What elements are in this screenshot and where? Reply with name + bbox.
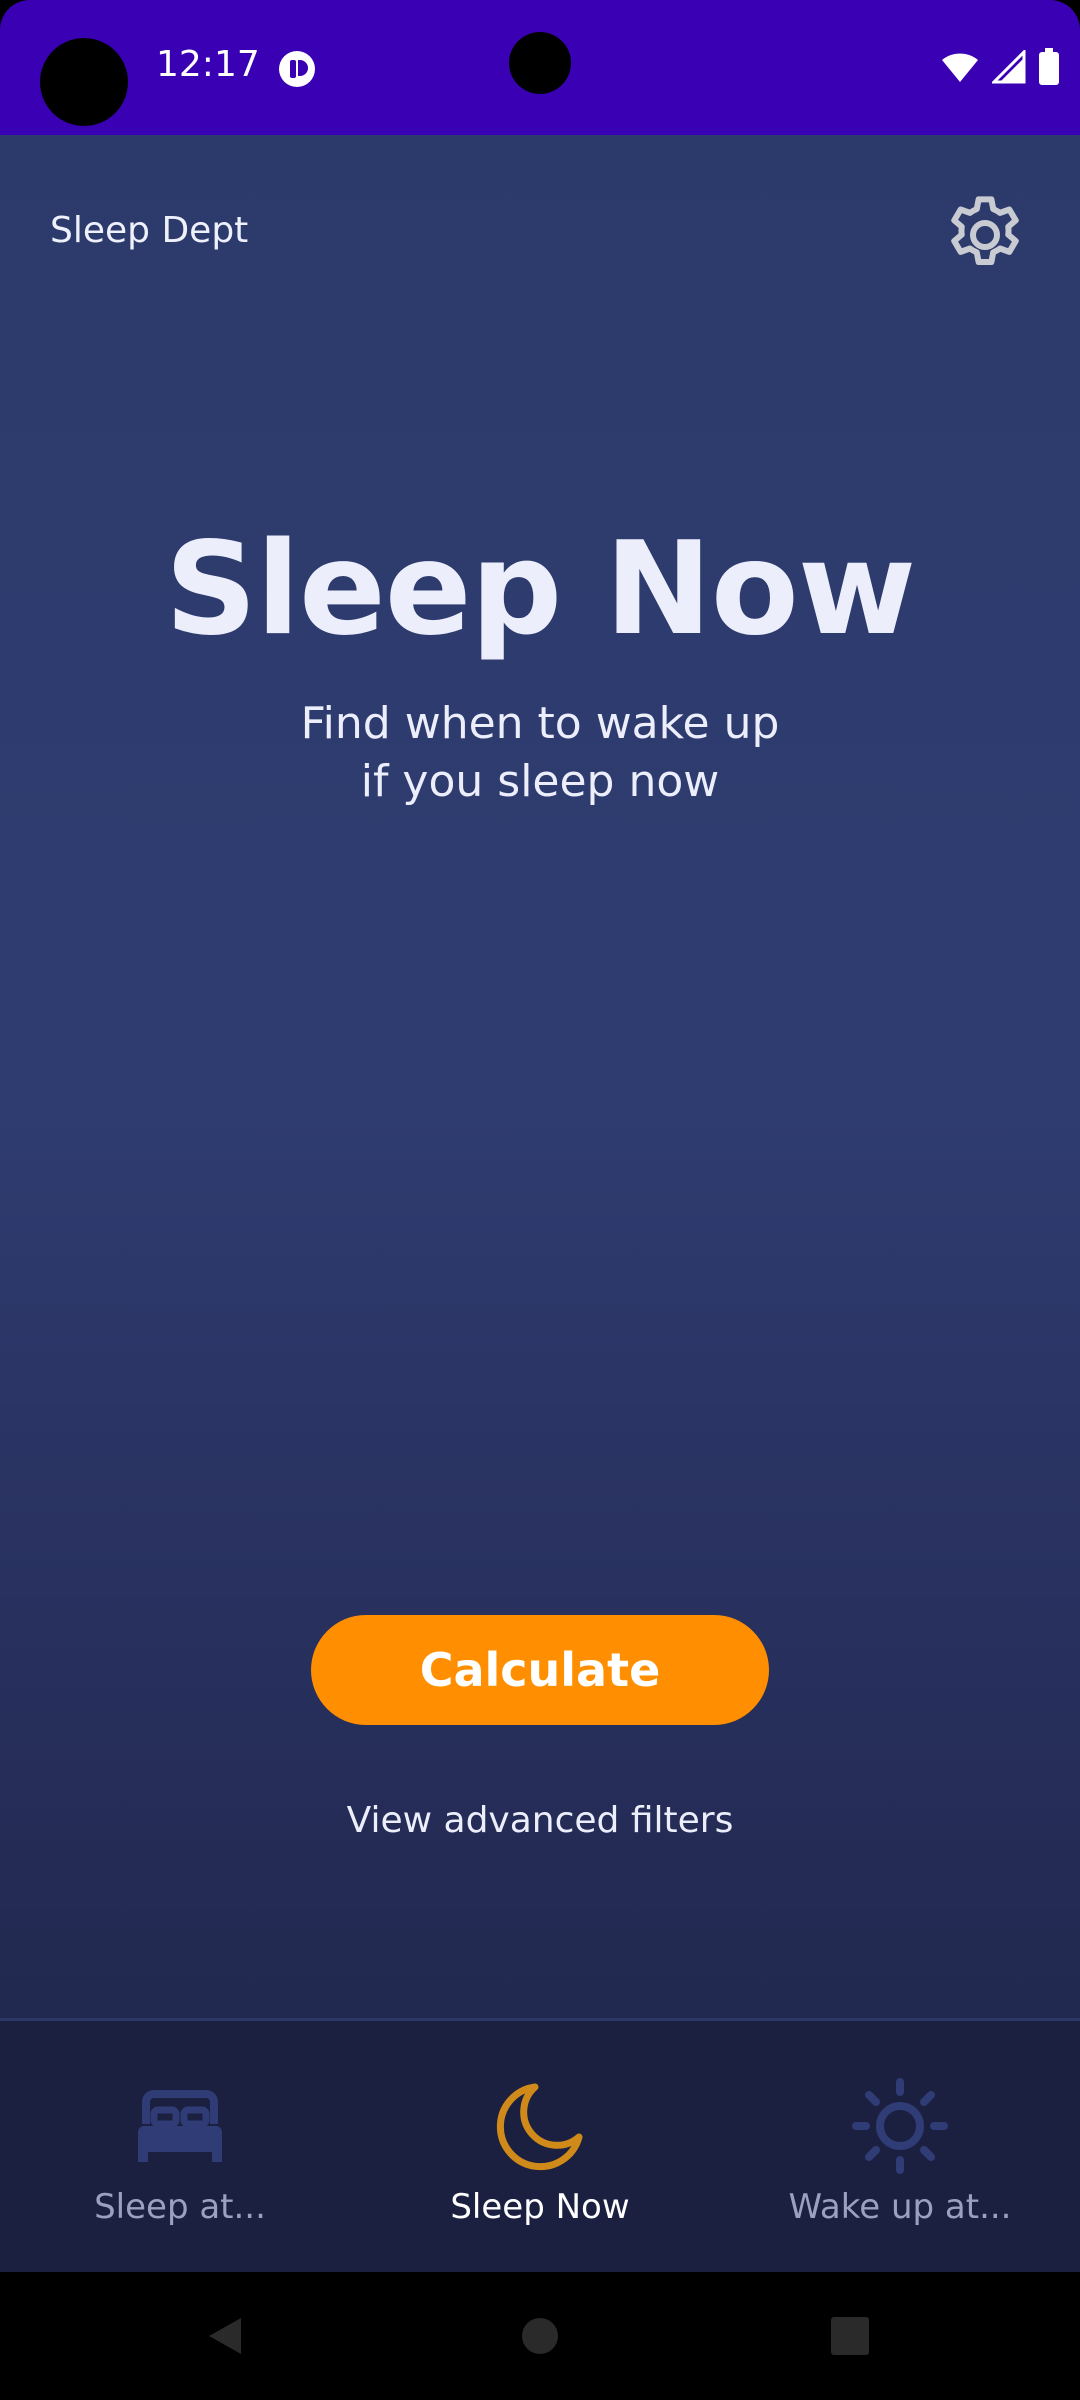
camera-cutout-left (40, 38, 128, 126)
view-advanced-filters-link[interactable]: View advanced filters (0, 1800, 1080, 1841)
subtitle-line-2: if you sleep now (360, 756, 720, 807)
settings-button[interactable] (935, 185, 1035, 285)
camera-cutout-center (509, 32, 571, 94)
bed-icon (125, 2071, 235, 2181)
battery-icon (1039, 48, 1059, 85)
page-subtitle: Find when to wake up if you sleep now (0, 695, 1080, 811)
recents-button[interactable] (790, 2272, 910, 2400)
back-icon (209, 2318, 241, 2354)
page-title: Sleep Now (164, 515, 916, 664)
app-content: Sleep Dept Sleep Now Find when to wake u… (0, 135, 1080, 2272)
status-icons (940, 48, 1060, 86)
nav-label-sleep-now: Sleep Now (450, 2187, 630, 2227)
nav-label-wake-up-at: Wake up at... (788, 2187, 1012, 2227)
bottom-navigation: Sleep at... Sleep Now Wake up at... (0, 2018, 1080, 2275)
app-notification-icon (279, 51, 315, 87)
home-button[interactable] (480, 2272, 600, 2400)
status-bar: 12:17 (0, 0, 1080, 135)
nav-item-sleep-now[interactable]: Sleep Now (360, 2021, 720, 2275)
moon-icon (485, 2071, 595, 2181)
screen: 12:17 Sleep Dept Sleep Now Find when to … (0, 0, 1080, 2400)
system-navigation-bar (0, 2272, 1080, 2400)
recents-icon (831, 2317, 869, 2355)
gear-icon (951, 196, 1019, 265)
nav-item-wake-up-at[interactable]: Wake up at... (720, 2021, 1080, 2275)
calculate-button[interactable]: Calculate (311, 1615, 769, 1725)
status-time: 12:17 (156, 44, 260, 85)
wifi-icon (942, 53, 978, 82)
home-icon (522, 2318, 558, 2354)
sun-icon (845, 2071, 955, 2181)
subtitle-line-1: Find when to wake up (300, 698, 780, 749)
signal-icon (992, 50, 1026, 84)
app-title: Sleep Dept (50, 210, 249, 251)
nav-item-sleep-at[interactable]: Sleep at... (0, 2021, 360, 2275)
back-button[interactable] (165, 2272, 285, 2400)
nav-label-sleep-at: Sleep at... (94, 2187, 266, 2227)
